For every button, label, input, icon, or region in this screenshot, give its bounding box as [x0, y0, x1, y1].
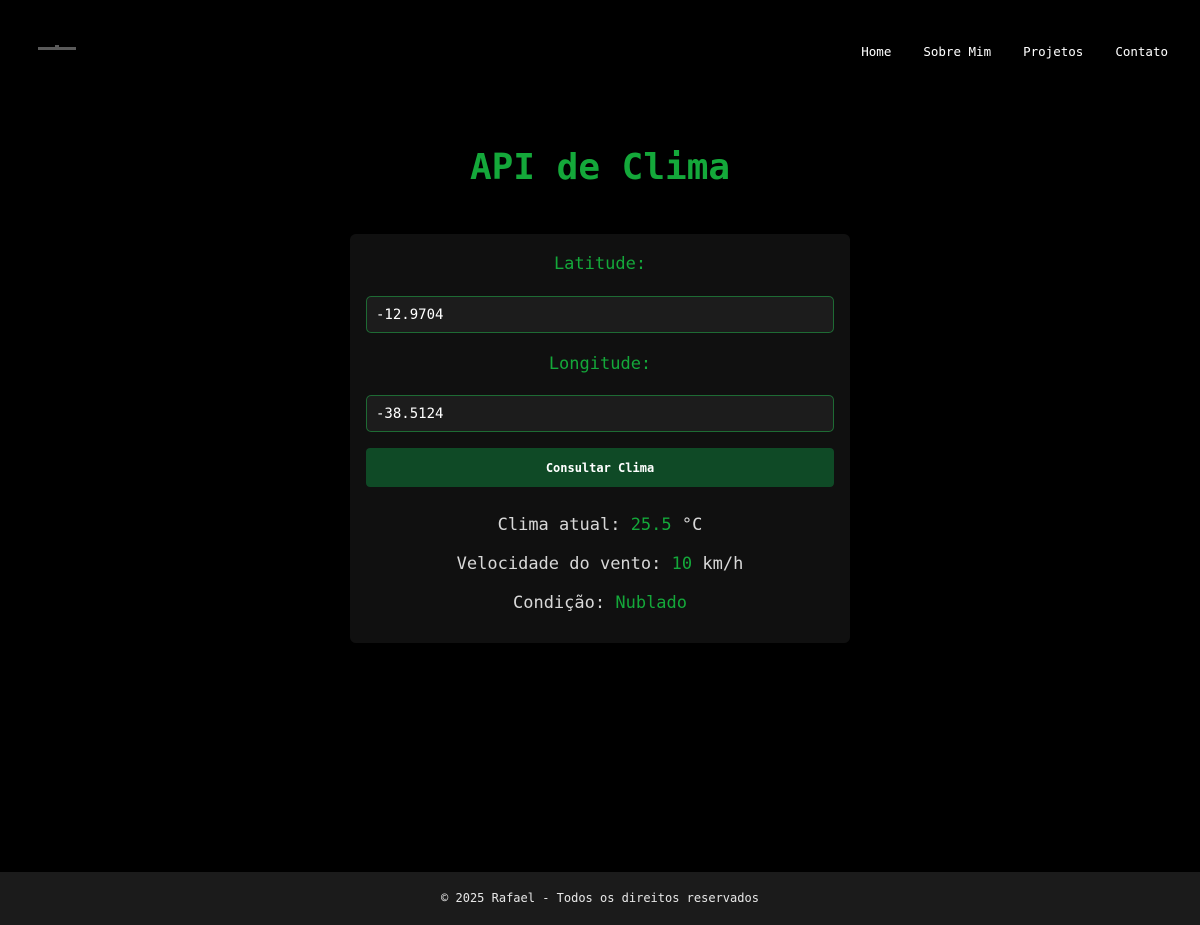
- site-header: Home Sobre Mim Projetos Contato: [0, 0, 1200, 104]
- latitude-input[interactable]: [366, 296, 834, 333]
- wind-unit: km/h: [702, 554, 744, 574]
- page-title: API de Clima: [469, 147, 731, 188]
- nav-projetos-link[interactable]: Projetos: [1023, 44, 1083, 60]
- current-temperature: Clima atual: 25.5 °C: [350, 514, 850, 536]
- weather-card: Latitude: Longitude: Consultar Clima Cli…: [350, 234, 850, 643]
- wind-speed: Velocidade do vento: 10 km/h: [350, 553, 850, 575]
- wind-label: Velocidade do vento:: [456, 554, 662, 574]
- condition-label: Condição:: [512, 593, 606, 613]
- temperature-value: 25.5: [630, 515, 672, 535]
- latitude-label: Latitude:: [553, 254, 647, 274]
- copyright-text: © 2025 Rafael - Todos os direitos reserv…: [441, 891, 759, 905]
- site-footer: © 2025 Rafael - Todos os direitos reserv…: [0, 872, 1200, 925]
- nav-home-link[interactable]: Home: [861, 44, 891, 60]
- nav-sobre-mim-link[interactable]: Sobre Mim: [923, 44, 991, 60]
- temperature-label: Clima atual:: [497, 515, 621, 535]
- weather-condition: Condição: Nublado: [350, 592, 850, 614]
- consultar-clima-button[interactable]: Consultar Clima: [366, 448, 834, 487]
- longitude-label: Longitude:: [548, 354, 652, 374]
- longitude-input[interactable]: [366, 395, 834, 432]
- logo[interactable]: [38, 45, 76, 53]
- page: Home Sobre Mim Projetos Contato API de C…: [0, 0, 1200, 925]
- nav-contato-link[interactable]: Contato: [1115, 44, 1168, 60]
- temperature-unit: °C: [681, 515, 703, 535]
- logo-mark-icon: [38, 45, 76, 50]
- condition-value: Nublado: [615, 593, 688, 613]
- wind-value: 10: [671, 554, 693, 574]
- main-nav: Home Sobre Mim Projetos Contato: [861, 44, 1168, 60]
